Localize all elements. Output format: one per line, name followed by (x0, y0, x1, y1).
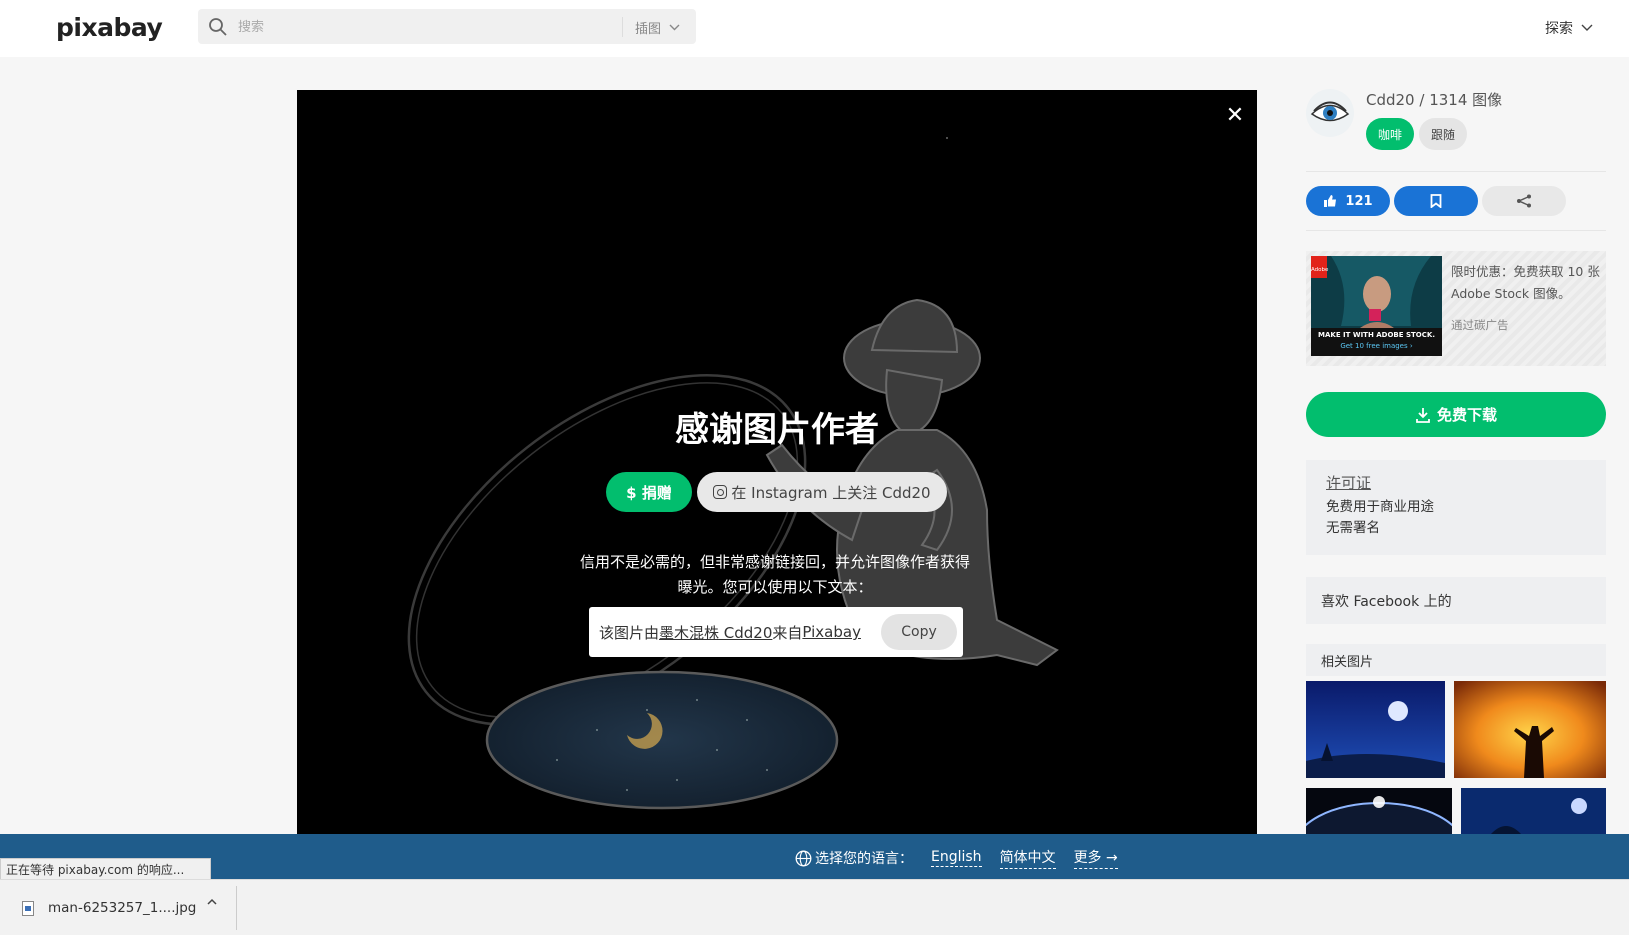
credit-note: 信用不是必需的，但非常感谢链接回，并允许图像作者获得 曝光。您可以使用以下文本： (560, 550, 990, 600)
attribution-author-link[interactable]: 墨木混株 Cdd20 (659, 622, 772, 643)
related-images-heading: 相关图片 (1306, 644, 1606, 676)
downloaded-file-name: man-6253257_1....jpg (48, 900, 197, 916)
related-thumbnail[interactable] (1461, 788, 1606, 834)
search-input[interactable] (238, 15, 568, 39)
share-icon (1517, 194, 1531, 208)
thumbnail-planet (1306, 788, 1452, 834)
related-thumbnail[interactable] (1454, 681, 1606, 778)
language-label: 选择您的语言： (795, 848, 913, 868)
thumbnail-starry-moon (1461, 788, 1606, 834)
language-label-text: 选择您的语言： (815, 851, 913, 867)
coffee-button[interactable]: 咖啡 (1366, 118, 1414, 150)
thumbnail-night-sky (1306, 681, 1445, 778)
related-thumbnail[interactable] (1306, 681, 1445, 778)
ad-banner-line-2: Get 10 free images › (1340, 342, 1413, 350)
ad-via-label[interactable]: 通过碳广告 (1451, 317, 1509, 333)
free-download-button[interactable]: 免费下载 (1306, 392, 1606, 437)
language-chinese-link[interactable]: 简体中文 (999, 847, 1056, 869)
bookmark-button[interactable] (1394, 186, 1478, 216)
related-thumbnail[interactable] (1306, 788, 1452, 834)
language-more-link[interactable]: 更多 → (1073, 847, 1118, 869)
thumbnail-sunset (1454, 681, 1606, 778)
share-button[interactable] (1482, 186, 1566, 216)
credit-line-1: 信用不是必需的，但非常感谢链接回，并允许图像作者获得 (579, 553, 970, 571)
search-bar[interactable]: 插图 (198, 9, 696, 44)
thanks-title: 感谢图片作者 (675, 410, 879, 450)
chevron-down-icon (669, 24, 680, 30)
bookmark-icon (1430, 194, 1442, 208)
download-label: 免费下载 (1436, 406, 1497, 424)
pixabay-logo[interactable]: pixabay (56, 13, 163, 42)
like-button[interactable]: 121 (1306, 186, 1390, 216)
author-name[interactable]: Cdd20 / 1314 图像 (1366, 89, 1502, 110)
attribution-prefix: 该图片由 (599, 623, 660, 642)
license-panel: 许可证 免费用于商业用途 无需署名 (1306, 460, 1606, 555)
attribution-site-link[interactable]: Pixabay (802, 623, 861, 641)
divider (1306, 230, 1606, 231)
divider (1306, 171, 1606, 172)
copy-button[interactable]: Copy (881, 614, 957, 650)
ad-banner-image[interactable]: Adobe MAKE IT WITH ADOBE STOCK. Get 10 f… (1311, 256, 1442, 356)
credit-line-2: 曝光。您可以使用以下文本： (677, 578, 873, 596)
donate-button[interactable]: $ 捐赠 (606, 472, 692, 512)
image-viewer (297, 90, 1257, 835)
search-type-dropdown[interactable]: 插图 (622, 17, 696, 37)
eye-icon (1310, 101, 1350, 122)
download-icon (1416, 407, 1430, 423)
facebook-like-box[interactable]: 喜欢 Facebook 上的 (1306, 577, 1606, 624)
illustration-image (407, 137, 1059, 810)
explore-menu[interactable]: 探索 (1545, 18, 1593, 38)
instagram-follow-button[interactable]: 在 Instagram 上关注 Cdd20 (697, 472, 947, 512)
close-icon[interactable]: ✕ (1225, 105, 1245, 127)
thumbs-up-icon (1324, 195, 1337, 207)
search-icon[interactable] (208, 17, 228, 37)
language-english-link[interactable]: English (931, 849, 982, 867)
ad-photo (1311, 256, 1442, 356)
search-type-label: 插图 (635, 21, 662, 37)
chevron-up-icon[interactable] (207, 897, 217, 907)
browser-status-text: 正在等待 pixabay.com 的响应... (0, 858, 211, 880)
ad-text[interactable]: 限时优惠：免费获取 10 张 Adobe Stock 图像。 (1451, 261, 1601, 305)
downloaded-file-item[interactable]: man-6253257_1....jpg (12, 888, 237, 928)
download-shelf: man-6253257_1....jpg (0, 879, 1629, 935)
instagram-follow-label: 在 Instagram 上关注 Cdd20 (731, 483, 931, 502)
attribution-text-box: 该图片由 墨木混株 Cdd20 来自 Pixabay Copy (589, 607, 963, 657)
instagram-icon (713, 485, 728, 499)
explore-label: 探索 (1545, 21, 1573, 37)
globe-icon (795, 850, 812, 866)
author-avatar[interactable] (1306, 89, 1354, 137)
divider (236, 886, 237, 930)
ad-container[interactable]: Adobe MAKE IT WITH ADOBE STOCK. Get 10 f… (1306, 251, 1606, 366)
site-header: pixabay 插图 探索 (0, 0, 1629, 57)
language-bar: 选择您的语言： English 简体中文 更多 → (0, 834, 1629, 879)
license-commercial: 免费用于商业用途 (1326, 499, 1434, 515)
like-count: 121 (1345, 193, 1373, 209)
file-icon (22, 900, 34, 916)
follow-button[interactable]: 跟随 (1419, 118, 1467, 150)
ad-banner-line-1: MAKE IT WITH ADOBE STOCK. (1318, 331, 1435, 339)
license-link[interactable]: 许可证 (1326, 472, 1586, 493)
license-no-attribution: 无需署名 (1326, 520, 1380, 536)
adobe-logo-text: Adobe (1311, 267, 1329, 273)
chevron-down-icon (1581, 24, 1593, 31)
attribution-mid: 来自 (772, 623, 803, 642)
